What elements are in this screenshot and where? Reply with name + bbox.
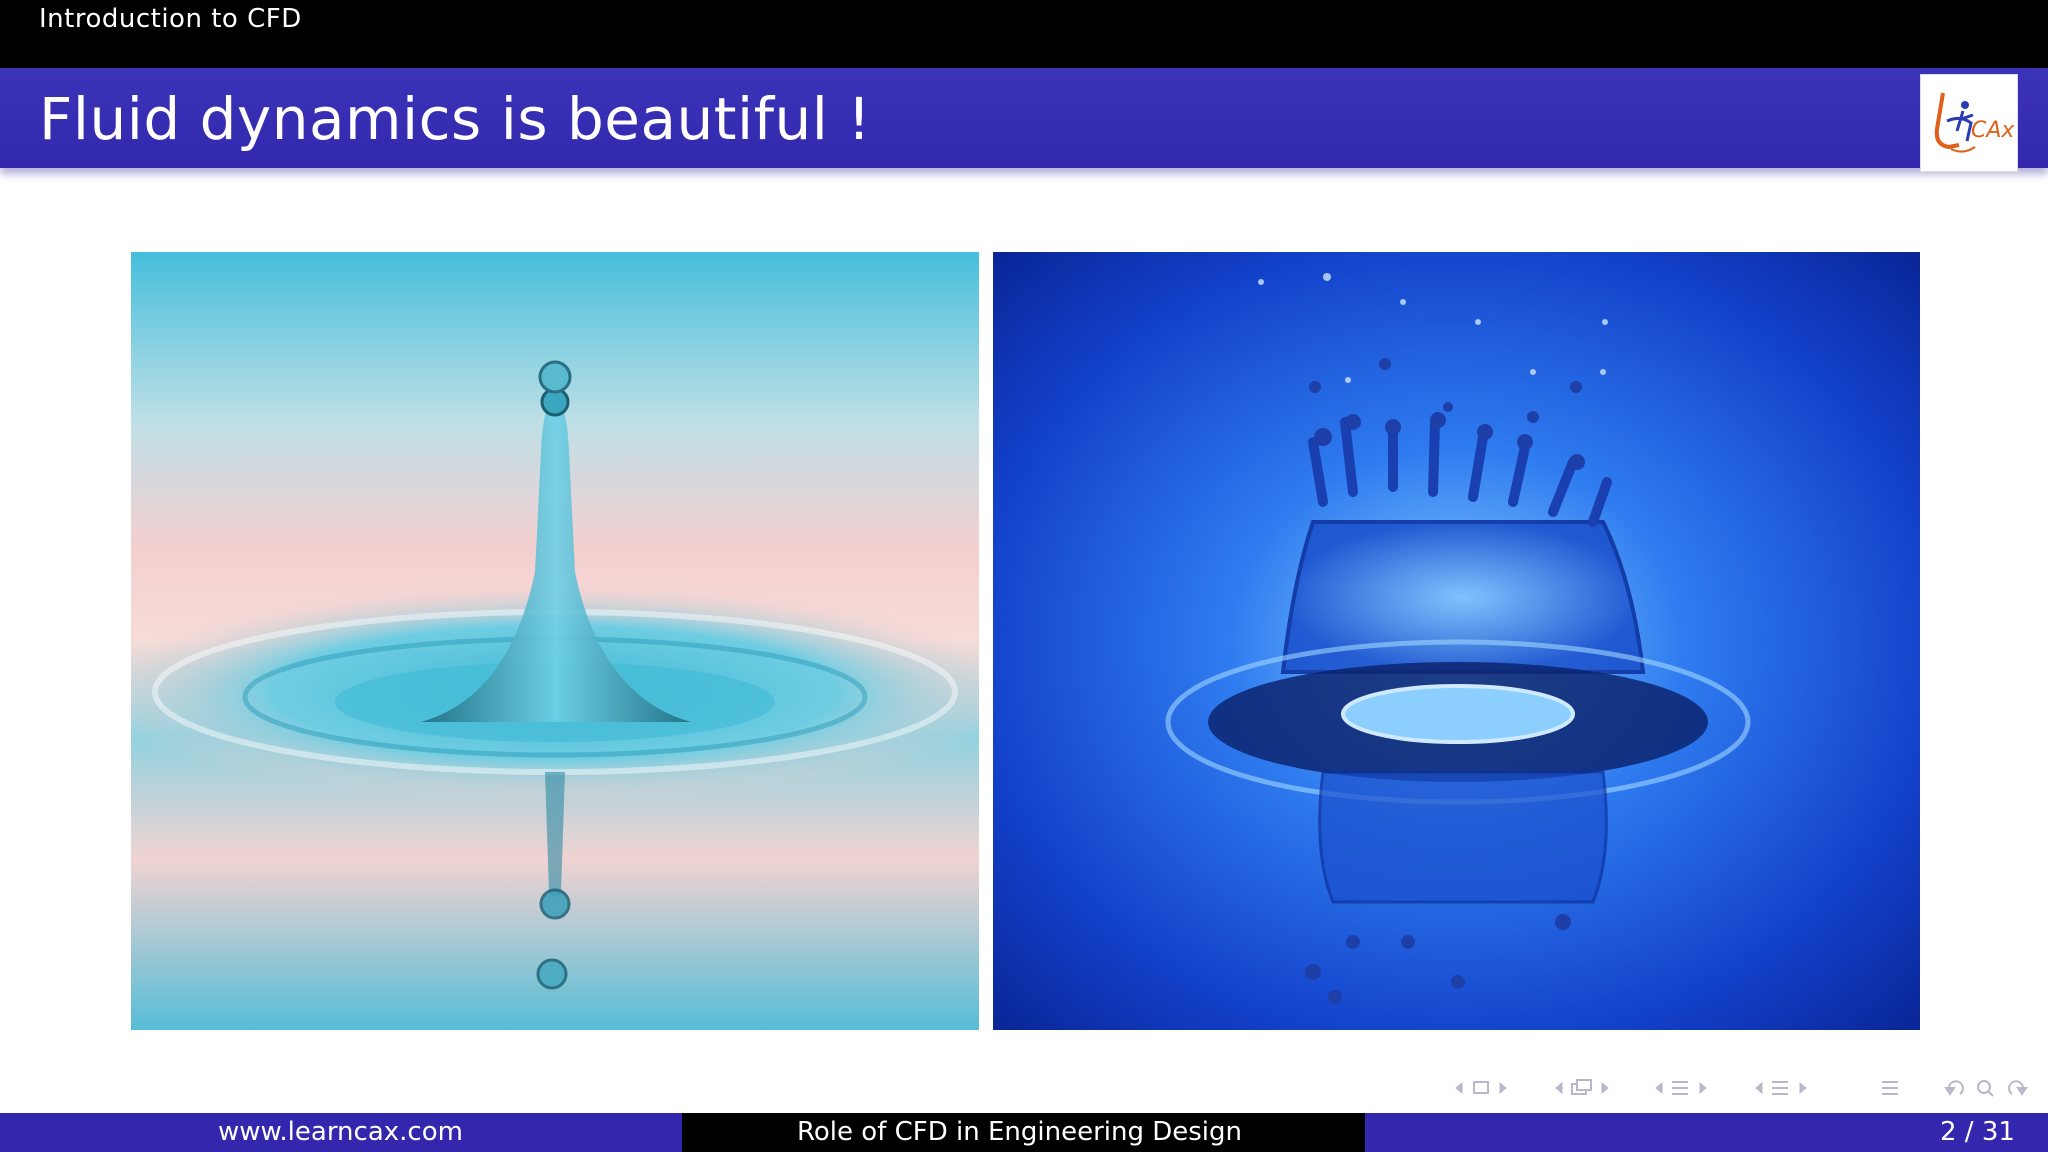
footer-title: Role of CFD in Engineering Design — [797, 1117, 1243, 1147]
footer-url: www.learncax.com — [218, 1117, 463, 1147]
undo-icon — [1944, 1080, 1964, 1096]
footline: www.learncax.com Role of CFD in Engineer… — [0, 1113, 2048, 1152]
nav-subsection-icon — [1555, 1079, 1609, 1095]
nav-section-icon — [1655, 1081, 1707, 1095]
beamer-navigation[interactable] — [1450, 1074, 2040, 1102]
headline-bar — [0, 0, 2048, 68]
page-title: Fluid dynamics is beautiful ! — [39, 85, 872, 153]
footer-left-block: www.learncax.com — [0, 1113, 682, 1152]
page-number: 2 / 31 — [1940, 1117, 2015, 1147]
search-icon — [1977, 1080, 1994, 1097]
nav-frame-icon — [1455, 1081, 1507, 1095]
footer-right-block: 2 / 31 — [1365, 1113, 2048, 1152]
nav-doc-icon — [1882, 1081, 1898, 1095]
water-drop-splash-photo — [85, 252, 1025, 1030]
cax-logo: CAx — [1920, 74, 2018, 172]
redo-icon — [2008, 1080, 2028, 1096]
logo-text: CAx — [1971, 118, 2015, 143]
water-crown-splash-photo — [993, 252, 1920, 1030]
section-title: Introduction to CFD — [39, 4, 302, 34]
nav-subsection-list-icon — [1755, 1081, 1807, 1095]
footer-center-block: Role of CFD in Engineering Design — [682, 1113, 1365, 1152]
